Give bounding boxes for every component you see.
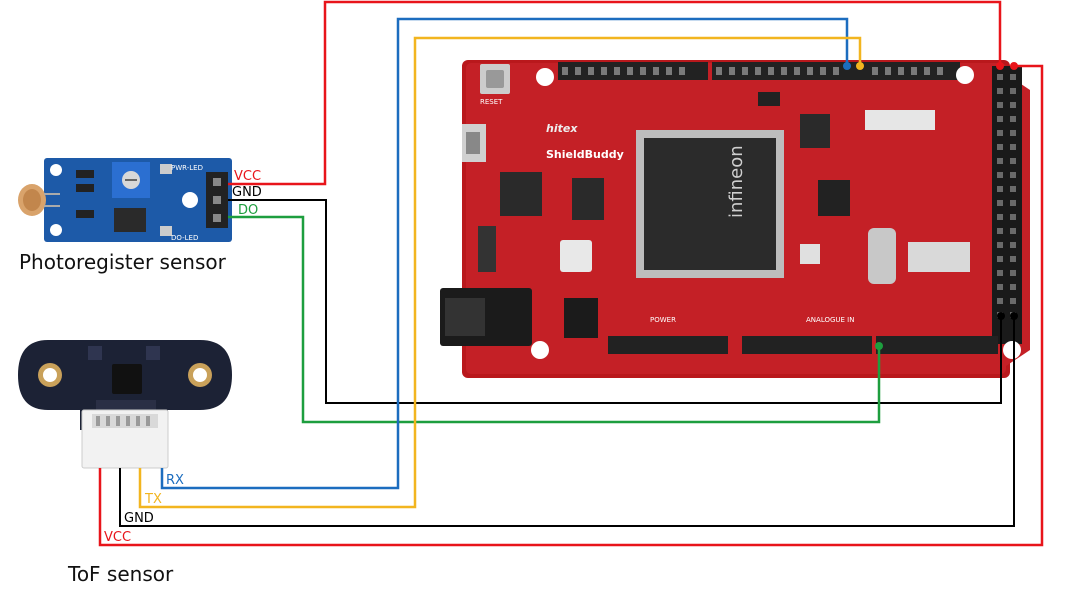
header-pin bbox=[1010, 158, 1016, 164]
header-pin bbox=[1010, 186, 1016, 192]
header-pin bbox=[1010, 298, 1016, 304]
header-pin bbox=[997, 144, 1003, 150]
shieldbuddy-board: RESET hitex ShieldBuddy infineon ANALOGU… bbox=[440, 60, 1030, 378]
header-pin bbox=[1010, 172, 1016, 178]
tof-gnd-label: GND bbox=[124, 511, 154, 526]
header-pin bbox=[1010, 200, 1016, 206]
header-pin bbox=[1010, 228, 1016, 234]
photoresistor-caption: Photoregister sensor bbox=[19, 250, 226, 274]
header-pin bbox=[997, 242, 1003, 248]
header-pin bbox=[1010, 214, 1016, 220]
photo-vcc-label: VCC bbox=[234, 169, 261, 184]
dot-rx bbox=[843, 62, 851, 70]
header-pin bbox=[1010, 88, 1016, 94]
header-pin bbox=[1010, 242, 1016, 248]
photo-do-label: DO bbox=[238, 203, 258, 218]
header-pin bbox=[1010, 116, 1016, 122]
header-pin bbox=[997, 130, 1003, 136]
header-pin bbox=[1010, 130, 1016, 136]
dot-tx bbox=[856, 62, 864, 70]
header-pin bbox=[997, 214, 1003, 220]
dot-do bbox=[875, 342, 883, 350]
tof-tx-label: TX bbox=[144, 492, 162, 507]
header-pin bbox=[997, 116, 1003, 122]
power-label: POWER bbox=[650, 316, 676, 324]
tof-caption: ToF sensor bbox=[68, 562, 174, 586]
header-pin bbox=[1010, 270, 1016, 276]
tof-sensor-icon bbox=[18, 340, 232, 469]
header-pin bbox=[1010, 102, 1016, 108]
potentiometer-icon bbox=[112, 162, 150, 198]
wiring-diagram: RESET hitex ShieldBuddy infineon ANALOGU… bbox=[18, 0, 1044, 547]
board-name-label: ShieldBuddy bbox=[546, 148, 624, 161]
header-pin bbox=[1010, 256, 1016, 262]
do-led-label: DO-LED bbox=[171, 234, 198, 242]
dot-vcc-2 bbox=[1010, 62, 1018, 70]
brand-label: hitex bbox=[546, 122, 578, 135]
pwr-led-label: PWR-LED bbox=[171, 164, 203, 172]
header-pin bbox=[997, 158, 1003, 164]
header-pin bbox=[997, 88, 1003, 94]
header-pin bbox=[1010, 144, 1016, 150]
header-pin bbox=[997, 74, 1003, 80]
dot-gnd-1 bbox=[997, 312, 1005, 320]
photo-gnd-label: GND bbox=[232, 185, 262, 200]
analog-label: ANALOGUE IN bbox=[806, 316, 854, 324]
header-pin bbox=[997, 200, 1003, 206]
tof-rx-label: RX bbox=[166, 473, 184, 488]
header-pin bbox=[997, 228, 1003, 234]
photoresistor-module: PWR-LED DO-LED bbox=[18, 158, 232, 242]
header-pin bbox=[1010, 74, 1016, 80]
header-pin bbox=[997, 186, 1003, 192]
reset-label: RESET bbox=[480, 98, 503, 106]
header-pin bbox=[997, 256, 1003, 262]
dot-gnd-2 bbox=[1010, 312, 1018, 320]
tof-vcc-label: VCC bbox=[104, 530, 131, 545]
header-pin bbox=[997, 298, 1003, 304]
header-pin bbox=[997, 102, 1003, 108]
header-pin bbox=[1010, 284, 1016, 290]
header-pin bbox=[997, 172, 1003, 178]
header-pin bbox=[997, 284, 1003, 290]
dot-vcc-1 bbox=[996, 62, 1004, 70]
microcontroller-chip-icon: infineon bbox=[636, 130, 784, 278]
header-pin bbox=[997, 270, 1003, 276]
chip-label: infineon bbox=[726, 145, 747, 218]
